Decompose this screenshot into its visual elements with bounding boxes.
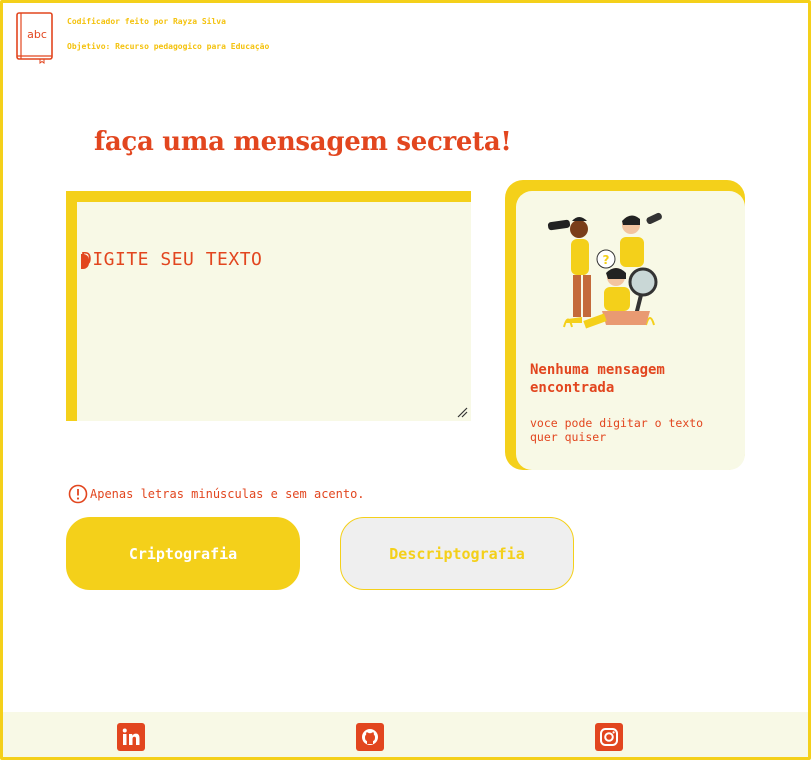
textarea-placeholder: DIGITE SEU TEXTO	[81, 249, 263, 270]
warning-icon	[68, 484, 88, 504]
result-title: Nenhuma mensagem encontrada	[530, 362, 665, 396]
result-panel-inner: ? Nenhuma mensagem encontrada voce pode …	[516, 191, 745, 470]
github-link[interactable]	[356, 723, 384, 751]
decrypt-button[interactable]: Descriptografia	[340, 517, 574, 590]
author-line: Codificador feito por Rayza Silva	[67, 17, 226, 26]
objective-line: Objetivo: Recurso pedagogico para Educaç…	[67, 42, 270, 51]
message-textarea[interactable]: DIGITE SEU TEXTO	[66, 191, 471, 421]
footer	[3, 712, 808, 757]
encrypt-button[interactable]: Criptografia	[66, 517, 300, 590]
linkedin-icon	[122, 728, 140, 745]
resize-handle-icon[interactable]	[456, 403, 468, 418]
page-title: faça uma mensagem secreta!	[94, 127, 512, 157]
hint-text: Apenas letras minúsculas e sem acento.	[90, 487, 365, 501]
svg-text:?: ?	[603, 253, 610, 267]
result-panel: ? Nenhuma mensagem encontrada voce pode …	[505, 180, 745, 470]
detectives-illustration: ?	[546, 207, 671, 337]
instagram-icon	[600, 728, 618, 746]
result-subtitle: voce pode digitar o texto quer quiser	[530, 416, 704, 444]
decrypt-button-label: Descriptografia	[389, 544, 525, 563]
book-logo-icon: abc	[16, 12, 54, 64]
input-hint: Apenas letras minúsculas e sem acento.	[68, 484, 365, 504]
logo-text: abc	[27, 28, 47, 41]
github-icon	[362, 729, 378, 745]
linkedin-link[interactable]	[117, 723, 145, 751]
instagram-link[interactable]	[595, 723, 623, 751]
encrypt-button-label: Criptografia	[128, 544, 238, 563]
header-info: Codificador feito por Rayza Silva Objeti…	[67, 17, 269, 51]
